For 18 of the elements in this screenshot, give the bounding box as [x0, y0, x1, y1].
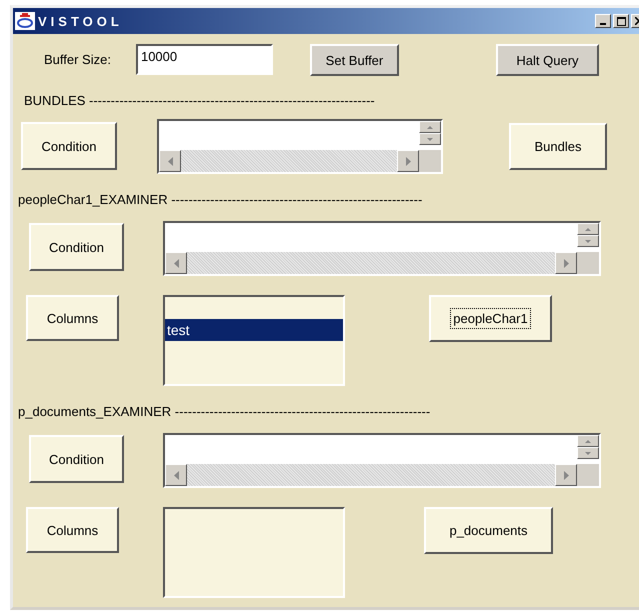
condition-button[interactable]: Condition	[21, 122, 117, 170]
condition-button[interactable]: Condition	[29, 435, 124, 483]
set-buffer-button[interactable]: Set Buffer	[310, 44, 399, 76]
section-heading: BUNDLES ------------------------------------------------------------------	[24, 93, 376, 108]
buffer-size-field[interactable]: 10000	[136, 44, 273, 75]
condition-button[interactable]: Condition	[29, 223, 124, 271]
section-heading: peopleChar1_EXAMINER ----------------------------------------------------------	[18, 192, 424, 207]
columns-button[interactable]: Columns	[26, 295, 119, 341]
list-item[interactable]: test	[165, 319, 343, 341]
window-title: VISTOOL	[38, 14, 123, 28]
action-button[interactable]: Bundles	[509, 123, 607, 170]
action-button[interactable]: peopleChar1	[429, 295, 552, 342]
action-button[interactable]: p_documents	[424, 507, 553, 554]
column-list[interactable]: test	[163, 295, 345, 386]
columns-button[interactable]: Columns	[26, 507, 119, 553]
buffer-size-label: Buffer Size:	[44, 52, 111, 67]
section-heading: p_documents_EXAMINER -----------------------------------------------------------	[18, 404, 432, 419]
halt-query-button[interactable]: Halt Query	[496, 44, 599, 76]
